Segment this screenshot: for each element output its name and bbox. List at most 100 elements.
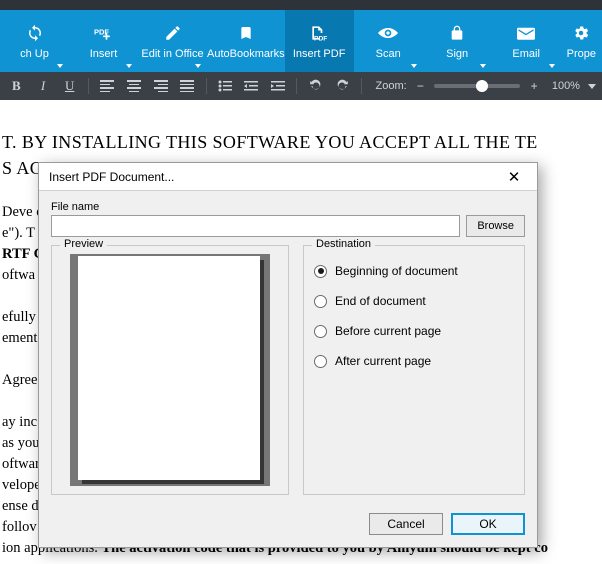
radio-icon [314, 295, 327, 308]
ribbon-toolbar: ch Up PDF Insert Edit in Office AutoBook… [0, 10, 602, 72]
italic-button[interactable]: I [33, 75, 54, 97]
align-center-button[interactable] [124, 75, 145, 97]
ribbon-email[interactable]: Email [492, 10, 561, 72]
destination-legend: Destination [312, 238, 375, 250]
chevron-down-icon[interactable] [588, 84, 596, 89]
align-left-button[interactable] [97, 75, 118, 97]
doc-text: ement [2, 330, 37, 346]
ribbon-label: Scan [376, 48, 401, 60]
radio-icon [314, 355, 327, 368]
chevron-down-icon [195, 64, 201, 68]
format-bar: B I U Zoom: − + 100% [0, 72, 602, 100]
radio-beginning[interactable]: Beginning of document [314, 256, 514, 286]
radio-after-current[interactable]: After current page [314, 346, 514, 376]
bold-button[interactable]: B [6, 75, 27, 97]
zoom-thumb[interactable] [476, 80, 488, 92]
radio-label: End of document [335, 294, 426, 308]
chevron-down-icon [480, 64, 486, 68]
radio-icon [314, 325, 327, 338]
mail-icon [517, 22, 535, 44]
doc-text: oftwar [2, 456, 40, 472]
bookmark-icon [238, 22, 254, 44]
dialog-title-text: Insert PDF Document... [49, 170, 174, 184]
zoom-in-button[interactable]: + [526, 79, 542, 93]
radio-icon [314, 265, 327, 278]
doc-text: e"). T [2, 225, 35, 241]
separator [88, 78, 89, 94]
close-button[interactable]: ✕ [495, 165, 533, 189]
doc-text: ay inc [2, 414, 37, 430]
separator [296, 78, 297, 94]
dialog-titlebar[interactable]: Insert PDF Document... ✕ [39, 163, 537, 191]
align-right-button[interactable] [150, 75, 171, 97]
ribbon-label: Insert [90, 48, 118, 60]
doc-text: oftwa [2, 267, 35, 283]
radio-label: Beginning of document [335, 264, 458, 278]
doc-text: Agree [2, 372, 37, 388]
ribbon-properties[interactable]: Prope [561, 10, 602, 72]
chevron-down-icon [549, 64, 555, 68]
indent-increase-button[interactable] [268, 75, 289, 97]
ribbon-insert-pdf[interactable]: PDF Insert PDF [285, 10, 354, 72]
radio-end[interactable]: End of document [314, 286, 514, 316]
chevron-down-icon [126, 64, 132, 68]
indent-decrease-button[interactable] [241, 75, 262, 97]
file-name-input[interactable] [51, 215, 460, 237]
doc-heading-fragment: T. BY INSTALLING THIS SOFTWARE YOU ACCEP… [2, 132, 538, 152]
ribbon-autobookmarks[interactable]: AutoBookmarks [207, 10, 285, 72]
doc-text: as you [2, 435, 39, 451]
ribbon-label: Sign [446, 48, 468, 60]
ribbon-edit-office[interactable]: Edit in Office [138, 10, 207, 72]
ribbon-sign[interactable]: Sign [423, 10, 492, 72]
ribbon-label: Edit in Office [141, 48, 203, 60]
chevron-down-icon [411, 64, 417, 68]
doc-text: ense d [2, 498, 39, 514]
browse-button[interactable]: Browse [466, 215, 525, 237]
close-icon: ✕ [508, 168, 521, 186]
zoom-slider[interactable] [434, 84, 520, 88]
titlebar-strip [0, 0, 602, 10]
radio-label: After current page [335, 354, 431, 368]
ribbon-label: AutoBookmarks [207, 48, 285, 60]
underline-button[interactable]: U [59, 75, 80, 97]
pdf-insert-icon: PDF [309, 22, 329, 44]
zoom-label: Zoom: [376, 80, 407, 92]
list-bullets-button[interactable] [214, 75, 235, 97]
gear-icon [572, 22, 590, 44]
svg-text:PDF: PDF [314, 36, 327, 43]
rotate-ccw-button[interactable] [305, 75, 326, 97]
ribbon-insert[interactable]: PDF Insert [69, 10, 138, 72]
chevron-down-icon [57, 64, 63, 68]
pdf-plus-icon: PDF [94, 22, 114, 44]
refresh-icon [26, 22, 44, 44]
preview-thumbnail [70, 254, 270, 486]
ribbon-catchup[interactable]: ch Up [0, 10, 69, 72]
ok-button[interactable]: OK [451, 513, 525, 535]
separator [361, 78, 362, 94]
eye-icon [378, 22, 398, 44]
doc-text: velope [2, 477, 41, 493]
radio-label: Before current page [335, 324, 441, 338]
preview-legend: Preview [60, 238, 107, 250]
doc-heading-fragment: S AG [2, 158, 43, 178]
insert-pdf-dialog: Insert PDF Document... ✕ File name Brows… [38, 162, 538, 548]
edit-square-icon [164, 22, 182, 44]
ribbon-label: Prope [567, 48, 596, 60]
rotate-cw-button[interactable] [332, 75, 353, 97]
align-justify-button[interactable] [177, 75, 198, 97]
cancel-button[interactable]: Cancel [369, 513, 443, 535]
ribbon-label: Insert PDF [293, 48, 346, 60]
ribbon-scan[interactable]: Scan [354, 10, 423, 72]
radio-before-current[interactable]: Before current page [314, 316, 514, 346]
ribbon-label: ch Up [20, 48, 49, 60]
separator [206, 78, 207, 94]
file-name-label: File name [51, 201, 525, 213]
zoom-out-button[interactable]: − [413, 79, 429, 93]
zoom-percent: 100% [552, 80, 580, 92]
preview-page [78, 256, 260, 480]
ribbon-label: Email [512, 48, 540, 60]
doc-text: efully [2, 309, 36, 325]
lock-icon [449, 22, 465, 44]
doc-text: Deve [2, 204, 33, 220]
doc-text: follov [2, 519, 37, 535]
